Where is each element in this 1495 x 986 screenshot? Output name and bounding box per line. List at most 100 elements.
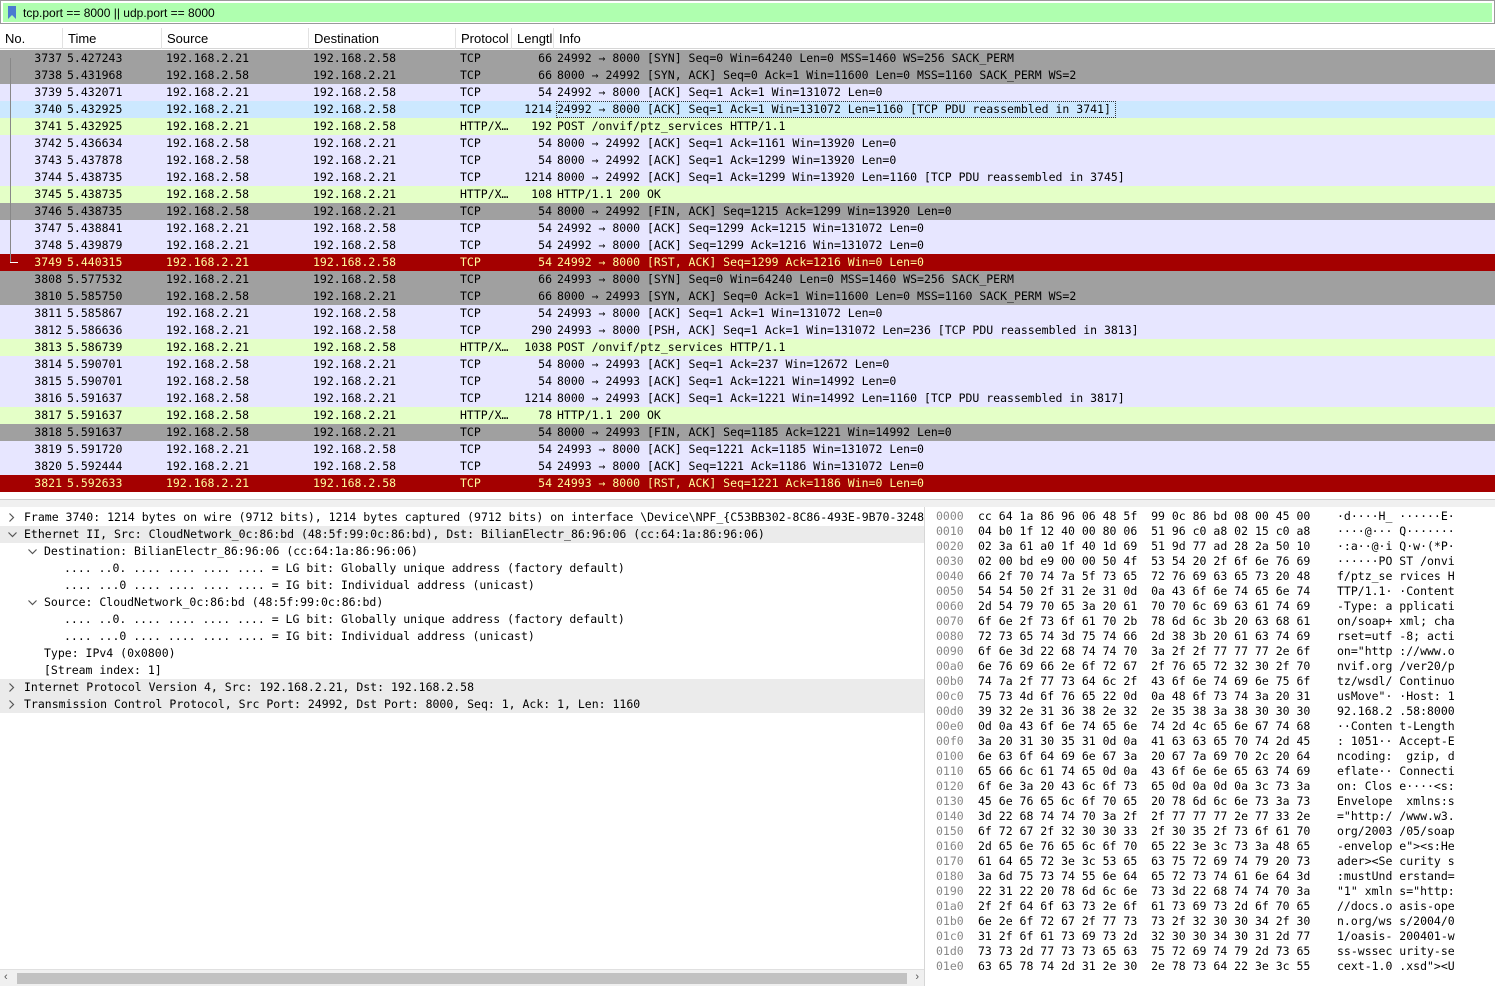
collapsed-arrow-icon[interactable] [6,679,18,696]
packet-row[interactable]: 3747 5.438841 192.168.2.21 192.168.2.58 TCP 5… [0,220,1495,237]
bytes-ascii: ncoding: gzip, d [1337,749,1455,763]
packet-bytes-pane[interactable]: 0000 cc 64 1a 86 96 06 48 5f 99 0c 86 bd … [930,507,1495,986]
bytes-row[interactable]: 01e0 63 65 78 74 2d 31 2e 30 2e 78 73 64 … [930,959,1495,974]
scrollbar-thumb[interactable] [17,973,907,984]
bytes-row[interactable]: 0110 65 66 6c 61 74 65 0d 0a 43 6f 6e 6e … [930,764,1495,779]
packet-row[interactable]: 3742 5.436634 192.168.2.58 192.168.2.21 TCP 5… [0,135,1495,152]
bytes-row[interactable]: 00b0 74 7a 2f 77 73 64 6c 2f 43 6f 6e 74 … [930,674,1495,689]
bytes-row[interactable]: 01d0 73 73 2d 77 73 73 65 63 75 72 69 74 … [930,944,1495,959]
details-horizontal-scrollbar[interactable]: ‹ › [0,969,924,986]
bytes-row[interactable]: 0050 54 54 50 2f 31 2e 31 0d 0a 43 6f 6e … [930,584,1495,599]
bytes-row[interactable]: 0080 72 73 65 74 3d 75 74 66 2d 38 3b 20 … [930,629,1495,644]
packet-row[interactable]: 3818 5.591637 192.168.2.58 192.168.2.21 TCP 5… [0,424,1495,441]
bytes-row[interactable]: 01b0 6e 2e 6f 72 67 2f 77 73 73 2f 32 30 … [930,914,1495,929]
packet-row[interactable]: 3808 5.577532 192.168.2.21 192.168.2.58 TCP 6… [0,271,1495,288]
detail-row[interactable]: [Stream index: 1] [0,662,924,679]
expanded-arrow-icon[interactable] [26,543,38,560]
detail-row[interactable]: .... ..0. .... .... .... .... = LG bit: … [0,611,924,628]
scroll-left-icon[interactable]: ‹ [4,971,8,983]
detail-row[interactable]: Internet Protocol Version 4, Src: 192.16… [0,679,924,696]
detail-row[interactable]: Source: CloudNetwork_0c:86:bd (48:5f:99:… [0,594,924,611]
column-header-time[interactable]: Time [63,28,162,49]
packet-list[interactable]: No. Time Source Destination Protocol Len… [0,28,1495,498]
column-header-info[interactable]: Info [554,28,1495,49]
bytes-row[interactable]: 00a0 6e 76 69 66 2e 6f 72 67 2f 76 65 72 … [930,659,1495,674]
bytes-hex: cc 64 1a 86 96 06 48 5f 99 0c 86 bd 08 0… [978,509,1311,523]
packet-row[interactable]: 3740 5.432925 192.168.2.21 192.168.2.58 TCP 1… [0,101,1495,118]
display-filter-bar[interactable]: tcp.port == 8000 || udp.port == 8000 [0,0,1495,24]
detail-row[interactable]: Frame 3740: 1214 bytes on wire (9712 bit… [0,509,924,526]
packet-row[interactable]: 3812 5.586636 192.168.2.21 192.168.2.58 TCP 2… [0,322,1495,339]
pane-splitter[interactable] [0,499,1495,507]
packet-row[interactable]: 3745 5.438735 192.168.2.58 192.168.2.21 HTTP… [0,186,1495,203]
column-header-destination[interactable]: Destination [309,28,456,49]
detail-row[interactable]: .... ...0 .... .... .... .... = IG bit: … [0,577,924,594]
bytes-row[interactable]: 00c0 75 73 4d 6f 76 65 22 0d 0a 48 6f 73 … [930,689,1495,704]
bytes-row[interactable]: 0030 02 00 bd e9 00 00 50 4f 53 54 20 2f … [930,554,1495,569]
bytes-row[interactable]: 0130 45 6e 76 65 6c 6f 70 65 20 78 6d 6c … [930,794,1495,809]
bytes-row[interactable]: 0150 6f 72 67 2f 32 30 30 33 2f 30 35 2f … [930,824,1495,839]
detail-row[interactable]: Type: IPv4 (0x0800) [0,645,924,662]
display-filter-input[interactable]: tcp.port == 8000 || udp.port == 8000 [3,3,1492,22]
bytes-row[interactable]: 01c0 31 2f 6f 61 73 69 73 2d 32 30 30 34 … [930,929,1495,944]
packet-row[interactable]: 3743 5.437878 192.168.2.58 192.168.2.21 TCP 5… [0,152,1495,169]
bytes-row[interactable]: 0040 66 2f 70 74 7a 5f 73 65 72 76 69 63 … [930,569,1495,584]
detail-row[interactable]: Transmission Control Protocol, Src Port:… [0,696,924,713]
packet-row[interactable]: 3737 5.427243 192.168.2.21 192.168.2.58 TCP 6… [0,50,1495,67]
detail-text: Ethernet II, Src: CloudNetwork_0c:86:bd … [24,527,765,541]
packet-rows: 3737 5.427243 192.168.2.21 192.168.2.58 TCP 6… [0,50,1495,492]
expanded-arrow-icon[interactable] [26,594,38,611]
column-header-source[interactable]: Source [162,28,309,49]
filter-text[interactable]: tcp.port == 8000 || udp.port == 8000 [23,6,215,20]
bookmark-icon[interactable] [5,4,19,21]
packet-row[interactable]: 3813 5.586739 192.168.2.21 192.168.2.58 HTTP… [0,339,1495,356]
packet-row[interactable]: 3820 5.592444 192.168.2.21 192.168.2.58 TCP 5… [0,458,1495,475]
packet-length: 108 [531,187,552,201]
detail-row[interactable]: .... ...0 .... .... .... .... = IG bit: … [0,628,924,645]
detail-row[interactable]: .... ..0. .... .... .... .... = LG bit: … [0,560,924,577]
bytes-row[interactable]: 0190 22 31 22 20 78 6d 6c 6e 73 3d 22 68 … [930,884,1495,899]
expanded-arrow-icon[interactable] [6,526,18,543]
packet-row[interactable]: 3811 5.585867 192.168.2.21 192.168.2.58 TCP 5… [0,305,1495,322]
column-header-protocol[interactable]: Protocol [456,28,512,49]
bytes-row[interactable]: 00e0 0d 0a 43 6f 6e 74 65 6e 74 2d 4c 65 … [930,719,1495,734]
bytes-row[interactable]: 0060 2d 54 79 70 65 3a 20 61 70 70 6c 69 … [930,599,1495,614]
packet-details-pane[interactable]: Frame 3740: 1214 bytes on wire (9712 bit… [0,507,925,986]
bytes-row[interactable]: 0100 6e 63 6f 64 69 6e 67 3a 20 67 7a 69 … [930,749,1495,764]
packet-length: 54 [538,442,552,456]
bytes-row[interactable]: 0090 6f 6e 3d 22 68 74 74 70 3a 2f 2f 77 … [930,644,1495,659]
bytes-row[interactable]: 0070 6f 6e 2f 73 6f 61 70 2b 78 6d 6c 3b … [930,614,1495,629]
packet-row[interactable]: 3815 5.590701 192.168.2.58 192.168.2.21 TCP 5… [0,373,1495,390]
packet-row[interactable]: 3738 5.431968 192.168.2.58 192.168.2.21 TCP 6… [0,67,1495,84]
packet-row[interactable]: 3744 5.438735 192.168.2.58 192.168.2.21 TCP 1… [0,169,1495,186]
bytes-row[interactable]: 0120 6f 6e 3a 20 43 6c 6f 73 65 0d 0a 0d … [930,779,1495,794]
packet-row[interactable]: 3748 5.439879 192.168.2.21 192.168.2.58 TCP 5… [0,237,1495,254]
column-header-no[interactable]: No. [0,28,63,49]
packet-row[interactable]: 3749 5.440315 192.168.2.21 192.168.2.58 TCP 5… [0,254,1495,271]
bytes-row[interactable]: 01a0 2f 2f 64 6f 63 73 2e 6f 61 73 69 73 … [930,899,1495,914]
column-header-length[interactable]: Lengtl [512,28,554,49]
detail-row[interactable]: Destination: BilianElectr_86:96:06 (cc:6… [0,543,924,560]
bytes-row[interactable]: 0020 02 3a 61 a0 1f 40 1d 69 51 9d 77 ad … [930,539,1495,554]
bytes-row[interactable]: 0000 cc 64 1a 86 96 06 48 5f 99 0c 86 bd … [930,509,1495,524]
bytes-row[interactable]: 0140 3d 22 68 74 74 70 3a 2f 2f 77 77 77 … [930,809,1495,824]
packet-row[interactable]: 3816 5.591637 192.168.2.58 192.168.2.21 TCP 1… [0,390,1495,407]
packet-row[interactable]: 3814 5.590701 192.168.2.58 192.168.2.21 TCP 5… [0,356,1495,373]
packet-row[interactable]: 3746 5.438735 192.168.2.58 192.168.2.21 TCP 5… [0,203,1495,220]
collapsed-arrow-icon[interactable] [6,509,18,526]
bytes-row[interactable]: 00d0 39 32 2e 31 36 38 2e 32 2e 35 38 3a … [930,704,1495,719]
packet-row[interactable]: 3821 5.592633 192.168.2.21 192.168.2.58 TCP 5… [0,475,1495,492]
packet-row[interactable]: 3741 5.432925 192.168.2.21 192.168.2.58 HTTP… [0,118,1495,135]
packet-row[interactable]: 3810 5.585750 192.168.2.58 192.168.2.21 TCP 6… [0,288,1495,305]
packet-row[interactable]: 3819 5.591720 192.168.2.21 192.168.2.58 TCP 5… [0,441,1495,458]
bytes-row[interactable]: 0160 2d 65 6e 76 65 6c 6f 70 65 22 3e 3c … [930,839,1495,854]
detail-row[interactable]: Ethernet II, Src: CloudNetwork_0c:86:bd … [0,526,924,543]
scroll-right-icon[interactable]: › [915,971,919,983]
bytes-row[interactable]: 0010 04 b0 1f 12 40 00 80 06 51 96 c0 a8 … [930,524,1495,539]
bytes-row[interactable]: 0170 61 64 65 72 3e 3c 53 65 63 75 72 69 … [930,854,1495,869]
packet-row[interactable]: 3817 5.591637 192.168.2.58 192.168.2.21 HTTP… [0,407,1495,424]
bytes-row[interactable]: 0180 3a 6d 75 73 74 55 6e 64 65 72 73 74 … [930,869,1495,884]
bytes-row[interactable]: 00f0 3a 20 31 30 35 31 0d 0a 41 63 63 65 … [930,734,1495,749]
packet-row[interactable]: 3739 5.432071 192.168.2.21 192.168.2.58 TCP 5… [0,84,1495,101]
collapsed-arrow-icon[interactable] [6,696,18,713]
